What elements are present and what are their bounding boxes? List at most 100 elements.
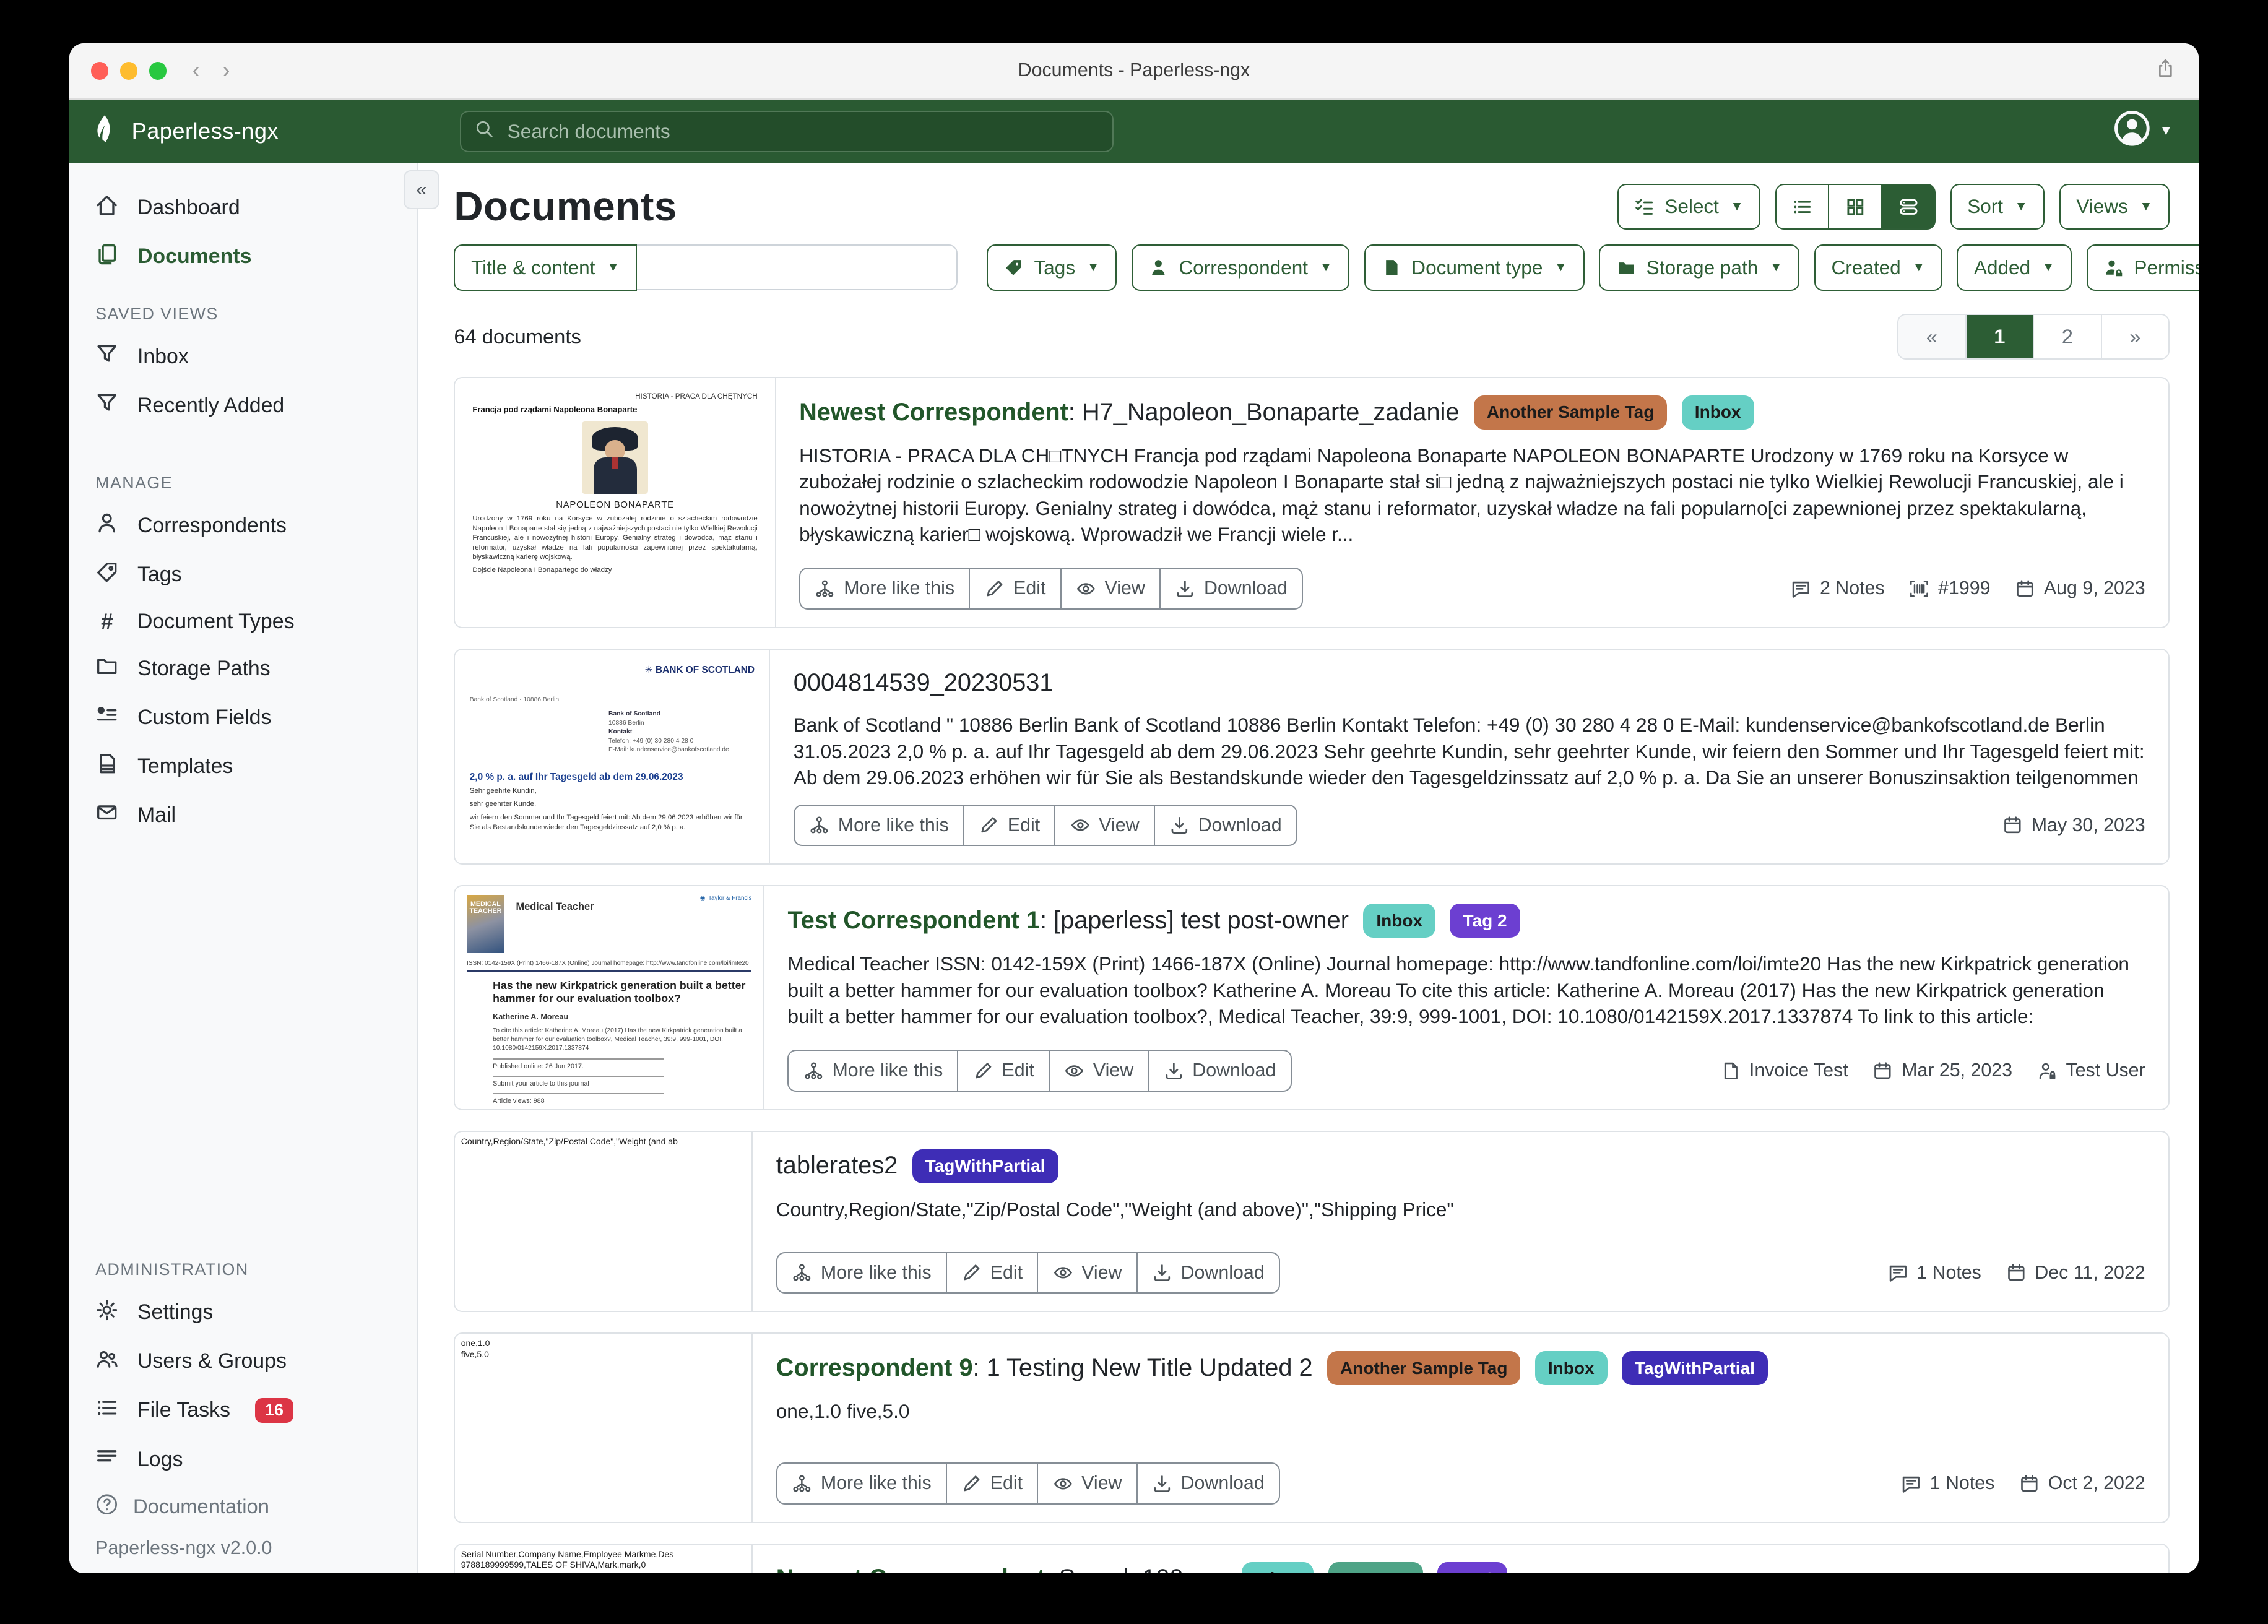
document-title-link[interactable]: tablerates2 <box>776 1150 898 1182</box>
document-title-link[interactable]: Newest Correspondent: H7_Napoleon_Bonapa… <box>799 397 1459 429</box>
document-thumbnail[interactable]: Serial Number,Company Name,Employee Mark… <box>455 1545 753 1574</box>
more-like-this-button[interactable]: More like this <box>776 1462 947 1505</box>
pagination: « 1 2 » <box>1897 314 2170 360</box>
share-icon[interactable] <box>2155 58 2176 84</box>
search-input[interactable] <box>504 118 1099 144</box>
correspondent-filter-button[interactable]: Correspondent▼ <box>1132 244 1350 291</box>
view-button[interactable]: View <box>1037 1252 1138 1294</box>
edit-button[interactable]: Edit <box>957 1050 1050 1092</box>
pagination-prev-button[interactable]: « <box>1898 315 1965 358</box>
sidebar-item-document-types[interactable]: # Document Types <box>69 599 417 644</box>
select-button[interactable]: Select▼ <box>1617 184 1761 230</box>
funnel-icon <box>95 391 118 420</box>
custom-fields-icon <box>95 703 118 732</box>
download-button[interactable]: Download <box>1148 1050 1291 1092</box>
tag-pill[interactable]: Inbox <box>1363 904 1435 938</box>
user-menu-caret-icon[interactable]: ▼ <box>2160 124 2173 139</box>
help-icon <box>95 1493 118 1521</box>
more-like-this-button[interactable]: More like this <box>787 1050 958 1092</box>
tag-pill[interactable]: Tag 2 <box>1450 904 1520 938</box>
document-title-link[interactable]: Newest Correspondent: Sample100.csv <box>776 1563 1227 1573</box>
funnel-icon <box>95 342 118 371</box>
title-content-dropdown[interactable]: Title & content▼ <box>454 244 636 291</box>
sidebar-item-templates[interactable]: Templates <box>69 742 417 791</box>
sidebar-item-correspondents[interactable]: Correspondents <box>69 501 417 550</box>
tag-pill[interactable]: Inbox <box>1682 395 1754 430</box>
sidebar-item-settings[interactable]: Settings <box>69 1288 417 1337</box>
more-like-this-button[interactable]: More like this <box>776 1252 947 1294</box>
sidebar-collapse-button[interactable]: « <box>404 170 439 209</box>
view-button[interactable]: View <box>1060 568 1161 610</box>
pagination-page-1[interactable]: 1 <box>1965 315 2033 358</box>
tags-filter-button[interactable]: Tags▼ <box>987 244 1117 291</box>
sidebar-item-dashboard[interactable]: Dashboard <box>69 183 417 232</box>
tag-pill[interactable]: Tag 2 <box>1437 1562 1507 1574</box>
views-button[interactable]: Views▼ <box>2059 184 2170 230</box>
sidebar-item-recently-added[interactable]: Recently Added <box>69 381 417 430</box>
user-avatar-icon[interactable] <box>2113 110 2151 153</box>
document-thumbnail[interactable]: Country,Region/State,"Zip/Postal Code","… <box>455 1132 753 1311</box>
notes-meta[interactable]: 2 Notes <box>1791 578 1884 599</box>
window-title: Documents - Paperless-ngx <box>69 60 2199 81</box>
sidebar-item-file-tasks[interactable]: File Tasks 16 <box>69 1386 417 1435</box>
view-mode-grid-button[interactable] <box>1828 184 1882 230</box>
sidebar-item-documents[interactable]: Documents <box>69 232 417 281</box>
tag-pill[interactable]: Test Tag <box>1328 1562 1423 1574</box>
storage-path-filter-button[interactable]: Storage path▼ <box>1599 244 1800 291</box>
edit-button[interactable]: Edit <box>946 1462 1039 1505</box>
download-button[interactable]: Download <box>1136 1462 1280 1505</box>
more-like-this-button[interactable]: More like this <box>794 805 964 847</box>
view-button[interactable]: View <box>1049 1050 1149 1092</box>
view-button[interactable]: View <box>1054 805 1155 847</box>
view-button[interactable]: View <box>1037 1462 1138 1505</box>
tag-pill[interactable]: Another Sample Tag <box>1327 1351 1521 1385</box>
created-date-meta: Mar 25, 2023 <box>1872 1060 2012 1081</box>
document-thumbnail[interactable]: ✳ BANK OF SCOTLAND Bank of Scotland · 10… <box>455 650 770 864</box>
view-mode-list-button[interactable] <box>1775 184 1830 230</box>
hash-icon: # <box>95 610 118 634</box>
permissions-filter-button[interactable]: Permissions▼ <box>2087 244 2199 291</box>
card-actions: More like this Edit View Download <box>776 1252 1280 1294</box>
sidebar-item-custom-fields[interactable]: Custom Fields <box>69 693 417 742</box>
person-icon <box>95 511 118 540</box>
sidebar-item-users-groups[interactable]: Users & Groups <box>69 1337 417 1386</box>
pagination-page-2[interactable]: 2 <box>2033 315 2100 358</box>
sidebar-item-mail[interactable]: Mail <box>69 791 417 840</box>
notes-meta[interactable]: 1 Notes <box>1901 1473 1994 1494</box>
title-content-input[interactable] <box>637 244 958 290</box>
sidebar-item-logs[interactable]: Logs <box>69 1435 417 1484</box>
document-card: HISTORIA - PRACA DLA CHĘTNYCH Francja po… <box>454 377 2170 628</box>
document-thumbnail[interactable]: one,1.0 five,5.0 <box>455 1334 753 1522</box>
view-mode-detail-button[interactable] <box>1881 184 1936 230</box>
tag-pill[interactable]: Another Sample Tag <box>1474 395 1668 430</box>
added-filter-button[interactable]: Added▼ <box>1957 244 2072 291</box>
documents-icon <box>95 243 118 271</box>
document-title-link[interactable]: 0004814539_20230531 <box>794 667 1054 699</box>
app-brand[interactable]: Paperless-ngx <box>90 114 425 149</box>
tag-pill[interactable]: Inbox <box>1535 1351 1608 1385</box>
edit-button[interactable]: Edit <box>946 1252 1039 1294</box>
download-button[interactable]: Download <box>1154 805 1297 847</box>
sidebar-item-documentation[interactable]: Documentation <box>69 1484 417 1529</box>
document-title-link[interactable]: Test Correspondent 1: [paperless] test p… <box>787 905 1349 937</box>
tag-pill[interactable]: Inbox <box>1242 1562 1314 1574</box>
sort-button[interactable]: Sort▼ <box>1950 184 2045 230</box>
notes-meta[interactable]: 1 Notes <box>1888 1263 1981 1284</box>
document-title-link[interactable]: Correspondent 9: 1 Testing New Title Upd… <box>776 1352 1313 1384</box>
edit-button[interactable]: Edit <box>963 805 1056 847</box>
sidebar-item-tags[interactable]: Tags <box>69 550 417 599</box>
sidebar-item-inbox[interactable]: Inbox <box>69 332 417 381</box>
edit-button[interactable]: Edit <box>969 568 1062 610</box>
sidebar-item-storage-paths[interactable]: Storage Paths <box>69 644 417 693</box>
created-filter-button[interactable]: Created▼ <box>1814 244 1942 291</box>
tag-pill[interactable]: TagWithPartial <box>912 1149 1058 1183</box>
tag-pill[interactable]: TagWithPartial <box>1622 1351 1768 1385</box>
download-button[interactable]: Download <box>1159 568 1303 610</box>
document-thumbnail[interactable]: MEDICAL TEACHER Medical Teacher ◉Taylor … <box>455 886 764 1109</box>
download-button[interactable]: Download <box>1136 1252 1280 1294</box>
document-thumbnail[interactable]: HISTORIA - PRACA DLA CHĘTNYCH Francja po… <box>455 378 776 627</box>
pagination-next-button[interactable]: » <box>2101 315 2168 358</box>
document-type-filter-button[interactable]: Document type▼ <box>1364 244 1585 291</box>
global-search[interactable] <box>460 111 1113 152</box>
more-like-this-button[interactable]: More like this <box>799 568 970 610</box>
